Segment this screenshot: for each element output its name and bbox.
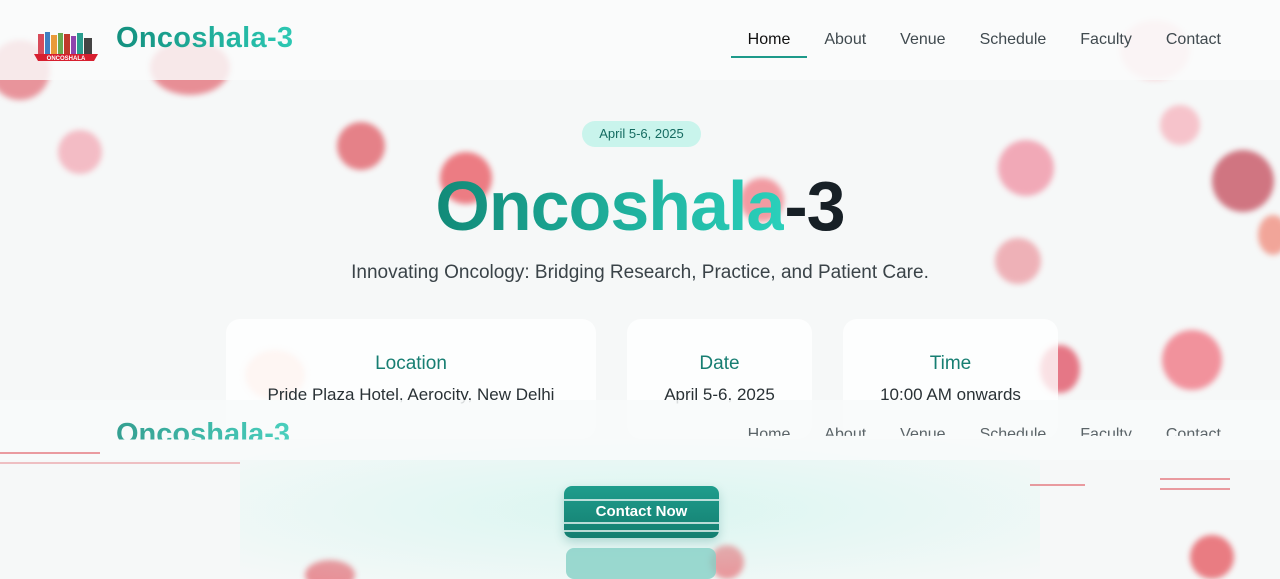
- scanline-artifact: [1160, 488, 1230, 490]
- top-navbar: ONCOSHALA Oncoshala-3 Home About Venue S…: [0, 0, 1280, 80]
- ghost-navbar-artifact: Oncoshala-3 Home About Venue Schedule Fa…: [0, 416, 1280, 466]
- scanline-artifact: [1160, 478, 1230, 480]
- ghost-nav-menu: Home About Venue Schedule Faculty Contac…: [731, 426, 1238, 443]
- nav-link-home[interactable]: Home: [730, 30, 808, 58]
- logo-caption: ONCOSHALA: [47, 56, 86, 62]
- nav-link-faculty[interactable]: Faculty: [1063, 30, 1149, 58]
- ghost-nav-link: Contact: [1165, 426, 1221, 443]
- oncoshala-logo[interactable]: ONCOSHALA: [34, 30, 98, 62]
- nav-link-contact[interactable]: Contact: [1149, 30, 1238, 58]
- hero-tagline: Innovating Oncology: Bridging Research, …: [351, 262, 929, 283]
- button-artifact: [564, 522, 719, 524]
- card-heading: Date: [699, 353, 740, 374]
- ghost-brand-name: Oncoshala-3: [116, 418, 291, 450]
- hero-title-main: Oncoshala: [435, 167, 785, 245]
- brand-name[interactable]: Oncoshala-3: [116, 22, 293, 55]
- button-ghost-artifact: [566, 548, 716, 579]
- nav-menu: Home About Venue Schedule Faculty Contac…: [730, 30, 1238, 58]
- nav-link-schedule[interactable]: Schedule: [963, 30, 1064, 58]
- scanline-artifact: [0, 462, 240, 464]
- nav-link-venue[interactable]: Venue: [883, 30, 962, 58]
- ghost-nav-link: About: [824, 426, 867, 443]
- ghost-nav-link: Faculty: [1080, 426, 1132, 443]
- scanline-artifact: [1030, 484, 1085, 486]
- card-heading: Location: [375, 353, 447, 374]
- hero-title-suffix: -3: [784, 167, 845, 245]
- ghost-nav-link: Venue: [900, 426, 946, 443]
- ghost-nav-link: Home: [747, 426, 791, 443]
- nav-link-about[interactable]: About: [807, 30, 883, 58]
- button-artifact: [564, 499, 719, 501]
- ghost-nav-link: Schedule: [979, 426, 1047, 443]
- scanline-artifact: [0, 452, 100, 454]
- button-artifact: [564, 530, 719, 532]
- hero-title: Oncoshala-3: [0, 166, 1280, 246]
- date-badge: April 5-6, 2025: [582, 121, 701, 147]
- card-heading: Time: [929, 353, 972, 374]
